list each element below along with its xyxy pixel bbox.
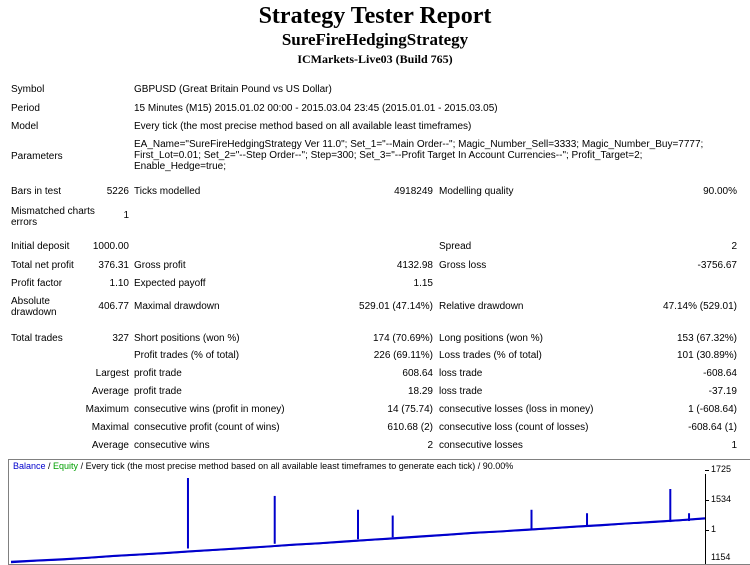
average-consecutive-wins-label: consecutive wins [134,440,210,451]
ticks-value: 4918249 [394,186,433,197]
profit-factor-label: Profit factor [11,278,63,289]
ytick-1725: 1725 [711,464,732,474]
parameters-value: EA_Name="SureFireHedgingStrategy Ver 11.… [134,139,704,172]
largest-profit-trade-label: profit trade [134,368,182,379]
server-info: ICMarkets-Live03 (Build 765) [297,52,453,66]
spread-value: 2 [731,241,737,252]
maximal-consecutive-loss-value: -608.64 (1) [688,422,737,433]
report-title: Strategy Tester Report [258,3,492,29]
average-profit-trade-value: 18.29 [407,386,433,397]
gross-profit-value: 4132.98 [396,260,433,271]
expected-payoff-value: 1.15 [413,278,433,289]
max-consecutive-wins-label: consecutive wins (profit in money) [134,404,285,415]
average-consecutive-label: Average [91,440,129,451]
ytick-mark-1725 [705,470,709,471]
maximal-consecutive-profit-label: consecutive profit (count of wins) [134,422,280,433]
ytick-1: 1 [711,524,717,534]
long-positions-label: Long positions (won %) [439,333,543,344]
loss-trades-label: Loss trades (% of total) [439,350,542,361]
chart-legend: Balance / Equity / Every tick (the most … [13,461,513,471]
legend-separator: / [45,461,54,471]
mismatched-value: 1 [123,210,129,221]
chart-plot-area [10,474,706,564]
largest-loss-trade-label: loss trade [439,368,483,379]
largest-loss-trade-value: -608.64 [703,368,737,379]
balance-equity-chart: Balance / Equity / Every tick (the most … [8,459,750,565]
relative-drawdown-value: 47.14% (529.01) [663,301,737,312]
chart-svg [10,478,706,564]
max-consecutive-wins-value: 14 (75.74) [387,404,433,415]
relative-drawdown-label: Relative drawdown [439,301,524,312]
quality-value: 90.00% [703,186,737,197]
short-positions-label: Short positions (won %) [134,333,240,344]
spread-label: Spread [439,241,472,252]
maximal-label: Maximal [91,422,129,433]
average-profit-trade-label: profit trade [134,386,182,397]
net-profit-value: 376.31 [98,260,129,271]
strategy-name: SureFireHedgingStrategy [281,30,469,49]
average-consecutive-losses-value: 1 [731,440,737,451]
ytick-mark-1534 [705,500,709,501]
average-loss-trade-label: loss trade [439,386,483,397]
long-positions-value: 153 (67.32%) [676,333,737,344]
total-trades-label: Total trades [11,333,63,344]
bars-value: 5226 [106,186,129,197]
max-consecutive-losses-label: consecutive losses (loss in money) [439,404,594,415]
symbol-value: GBPUSD (Great Britain Pound vs US Dollar… [134,84,332,95]
quality-label: Modelling quality [439,186,514,197]
absolute-drawdown-value: 406.77 [98,301,129,312]
maximum-label: Maximum [85,404,129,415]
period-label: Period [11,103,40,114]
ytick-mark-1 [705,530,709,531]
average-consecutive-losses-label: consecutive losses [439,440,523,451]
period-value: 15 Minutes (M15) 2015.01.02 00:00 - 2015… [134,103,498,114]
symbol-label: Symbol [11,84,45,95]
model-value: Every tick (the most precise method base… [134,121,472,132]
average-loss-trade-value: -37.19 [708,386,737,397]
ytick-1154: 1154 [711,552,731,562]
gross-profit-label: Gross profit [134,260,186,271]
maximal-consecutive-loss-label: consecutive loss (count of losses) [439,422,589,433]
average-consecutive-wins-value: 2 [427,440,433,451]
legend-equity: Equity [53,461,79,471]
maximal-drawdown-label: Maximal drawdown [134,301,220,312]
loss-trades-value: 101 (30.89%) [676,350,737,361]
strategy-tester-report: Strategy Tester Report SureFireHedgingSt… [0,0,750,451]
total-trades-value: 327 [112,333,129,344]
maximal-drawdown-value: 529.01 (47.14%) [359,301,433,312]
ytick-1534: 1534 [711,494,732,504]
parameters-label: Parameters [11,151,63,162]
largest-label: Largest [95,368,129,379]
expected-payoff-label: Expected payoff [134,278,206,289]
deposit-value: 1000.00 [92,241,129,252]
profit-trades-value: 226 (69.11%) [373,350,433,361]
gross-loss-label: Gross loss [439,260,487,271]
largest-profit-trade-value: 608.64 [402,368,433,379]
ticks-label: Ticks modelled [134,186,201,197]
legend-description: / Every tick (the most precise method ba… [78,461,514,471]
short-positions-value: 174 (70.69%) [372,333,433,344]
model-label: Model [11,121,39,132]
maximal-consecutive-profit-value: 610.68 (2) [387,422,433,433]
legend-balance: Balance [13,461,46,471]
bars-label: Bars in test [11,186,62,197]
profit-factor-value: 1.10 [109,278,129,289]
profit-trades-label: Profit trades (% of total) [134,350,240,361]
gross-loss-value: -3756.67 [697,260,737,271]
average-label: Average [91,386,129,397]
max-consecutive-losses-value: 1 (-608.64) [688,404,737,415]
